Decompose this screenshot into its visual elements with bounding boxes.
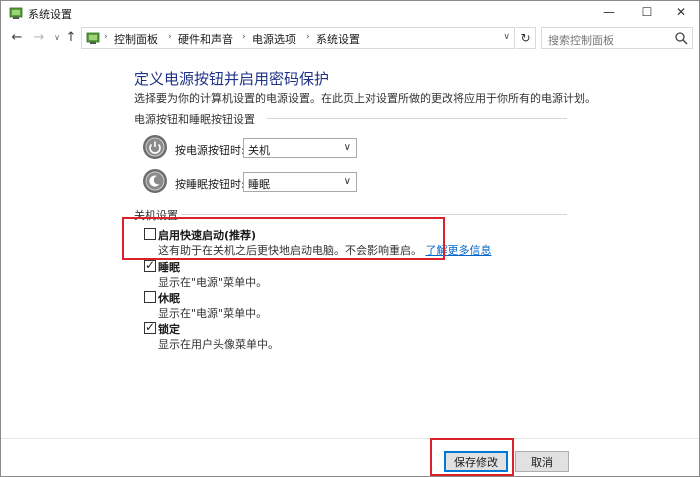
- hibernate-checkbox[interactable]: [144, 291, 156, 303]
- breadcrumb-system-settings[interactable]: 系统设置: [316, 31, 360, 47]
- lock-checkbox[interactable]: ✓: [144, 320, 156, 334]
- save-button-highlight-box: [430, 438, 514, 476]
- page-title: 定义电源按钮并启用密码保护: [134, 70, 330, 88]
- footer-bar: 保存修改 取消: [1, 438, 699, 476]
- breadcrumb-control-panel[interactable]: 控制面板: [114, 31, 158, 47]
- refresh-button[interactable]: ↻: [516, 27, 536, 49]
- breadcrumb-separator: ›: [168, 32, 172, 42]
- chevron-down-icon: ∨: [343, 142, 351, 153]
- title-bar: 系统设置 — ☐ ✕: [1, 1, 699, 25]
- forward-button[interactable]: →: [31, 29, 47, 45]
- sleep-button-label: 按睡眠按钮时:: [175, 178, 245, 191]
- sleep-button-icon: [143, 169, 167, 193]
- breadcrumb-power-options[interactable]: 电源选项: [252, 31, 296, 47]
- sleep-button-action-value: 睡眠: [248, 178, 270, 191]
- power-button-action-select[interactable]: 关机 ∨: [243, 138, 357, 158]
- power-button-label: 按电源按钮时:: [175, 144, 245, 157]
- fast-startup-highlight-box: [122, 217, 445, 260]
- search-input[interactable]: 搜索控制面板: [541, 27, 693, 49]
- main-content: 定义电源按钮并启用密码保护 选择要为你的计算机设置的电源设置。在此页上对设置所做…: [1, 53, 699, 438]
- settings-window: 系统设置 — ☐ ✕ ← → ∨ ↑ › 控制面板 › 硬件和声音 › 电源选项…: [0, 0, 700, 477]
- hibernate-option-description: 显示在"电源"菜单中。: [158, 307, 268, 320]
- chevron-down-icon: ∨: [343, 176, 351, 187]
- power-button-action-value: 关机: [248, 144, 270, 157]
- cancel-button[interactable]: 取消: [515, 451, 569, 472]
- maximize-button[interactable]: ☐: [629, 1, 665, 23]
- sleep-button-action-select[interactable]: 睡眠 ∨: [243, 172, 357, 192]
- lock-option-description: 显示在用户头像菜单中。: [158, 338, 279, 351]
- minimize-button[interactable]: —: [591, 1, 627, 23]
- close-button[interactable]: ✕: [663, 1, 699, 23]
- breadcrumb-separator: ›: [242, 32, 246, 42]
- control-panel-icon: [9, 7, 23, 19]
- power-buttons-section-heading: 电源按钮和睡眠按钮设置: [134, 113, 255, 126]
- power-button-icon: [143, 135, 167, 159]
- search-icon[interactable]: [674, 31, 688, 45]
- search-placeholder: 搜索控制面板: [548, 34, 614, 47]
- sleep-checkbox[interactable]: ✓: [144, 258, 156, 272]
- up-button[interactable]: ↑: [63, 29, 79, 45]
- checkmark-icon: ✓: [145, 258, 156, 272]
- address-dropdown-button[interactable]: ∨: [503, 32, 510, 42]
- page-description: 选择要为你的计算机设置的电源设置。在此页上对设置所做的更改将应用于你所有的电源计…: [134, 92, 596, 105]
- breadcrumb-separator: ›: [104, 32, 108, 42]
- window-title: 系统设置: [28, 8, 72, 21]
- section-divider: [181, 214, 567, 215]
- sleep-option-label[interactable]: 睡眠: [158, 259, 180, 275]
- back-button[interactable]: ←: [9, 29, 25, 45]
- control-panel-icon: [86, 32, 100, 44]
- breadcrumb-separator: ›: [306, 32, 310, 42]
- checkmark-icon: ✓: [145, 320, 156, 334]
- breadcrumb-hardware-sound[interactable]: 硬件和声音: [178, 31, 233, 47]
- section-divider: [267, 118, 567, 119]
- navigation-bar: ← → ∨ ↑ › 控制面板 › 硬件和声音 › 电源选项 › 系统设置 ∨ ↻…: [1, 25, 699, 51]
- hibernate-option-label[interactable]: 休眠: [158, 290, 180, 306]
- lock-option-label[interactable]: 锁定: [158, 321, 180, 337]
- sleep-option-description: 显示在"电源"菜单中。: [158, 276, 268, 289]
- address-bar[interactable]: › 控制面板 › 硬件和声音 › 电源选项 › 系统设置 ∨: [81, 27, 515, 49]
